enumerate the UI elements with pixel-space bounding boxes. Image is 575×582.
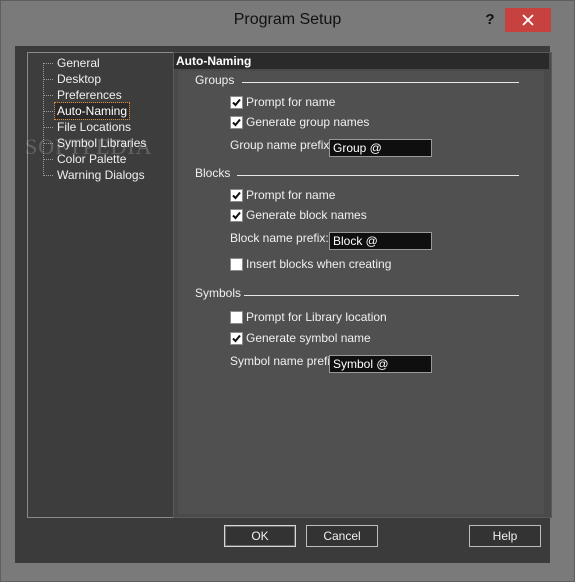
checkbox-label: Generate block names [246,208,367,222]
tree-item-label: Desktop [57,72,102,86]
checkmark-icon [232,98,241,107]
symbol-prefix-field[interactable]: Symbol @ [329,355,432,373]
close-button[interactable] [505,8,551,32]
panel-body: Groups Prompt for name Generate group na… [178,71,544,514]
settings-tree: General Desktop Preferences Auto-Naming … [27,52,180,518]
group-prefix-field[interactable]: Group @ [329,139,432,157]
checkbox-label: Insert blocks when creating [246,257,392,271]
block-prefix-label: Block name prefix: [230,231,329,245]
title-bar[interactable]: Program Setup ? [1,1,574,41]
checkbox-label: Prompt for name [246,95,336,109]
tree-item-file-locations[interactable]: File Locations [28,119,178,135]
tree-item-label: Warning Dialogs [57,168,145,182]
tree-item-auto-naming[interactable]: Auto-Naming [28,102,178,120]
symbols-section-title: Symbols [195,286,242,300]
tree-item-label: Preferences [57,88,122,102]
groups-section-title: Groups [195,73,235,87]
tree-item-label: File Locations [57,120,132,134]
checkbox-box[interactable] [230,116,243,129]
checkbox-box[interactable] [230,258,243,271]
group-prefix-label: Group name prefix: [230,138,333,152]
tree-item-label: Auto-Naming [53,102,131,120]
cancel-button[interactable]: Cancel [306,525,378,547]
tree-item-warning-dialogs[interactable]: Warning Dialogs [28,167,178,183]
close-icon [522,14,534,26]
symbol-prefix-label: Symbol name prefix: [230,354,340,368]
checkbox-label: Prompt for name [246,188,336,202]
tree-item-general[interactable]: General [28,55,178,71]
checkbox-label: Prompt for Library location [246,310,387,324]
tree-item-label: General [57,56,100,70]
tree-item-color-palette[interactable]: Color Palette [28,151,178,167]
program-setup-window: Program Setup ? General Desktop Preferen… [0,0,575,582]
block-prefix-field[interactable]: Block @ [329,232,432,250]
checkbox-box[interactable] [230,332,243,345]
checkmark-icon [232,118,241,127]
tree-item-preferences[interactable]: Preferences [28,87,178,103]
checkbox-label: Generate symbol name [246,331,371,345]
checkbox-box[interactable] [230,96,243,109]
blocks-divider [237,175,519,176]
tree-item-label: Symbol Libraries [57,136,147,150]
help-button[interactable]: Help [469,525,541,547]
checkbox-box[interactable] [230,209,243,222]
tree-item-label: Color Palette [57,152,127,166]
tree-item-symbol-libraries[interactable]: Symbol Libraries [28,135,178,151]
checkbox-box[interactable] [230,189,243,202]
checkmark-icon [232,191,241,200]
panel-header: Auto-Naming [174,53,549,69]
checkmark-icon [232,334,241,343]
tree-item-desktop[interactable]: Desktop [28,71,178,87]
auto-naming-panel: Auto-Naming Groups Prompt for name Gener… [173,52,552,518]
dialog-client-area: General Desktop Preferences Auto-Naming … [15,46,552,563]
symbols-divider [244,295,519,296]
checkbox-label: Generate group names [246,115,370,129]
blocks-section-title: Blocks [195,166,231,180]
groups-divider [242,82,519,83]
checkmark-icon [232,211,241,220]
title-help-button[interactable]: ? [476,10,504,30]
checkbox-box[interactable] [230,311,243,324]
ok-button[interactable]: OK [224,525,296,547]
